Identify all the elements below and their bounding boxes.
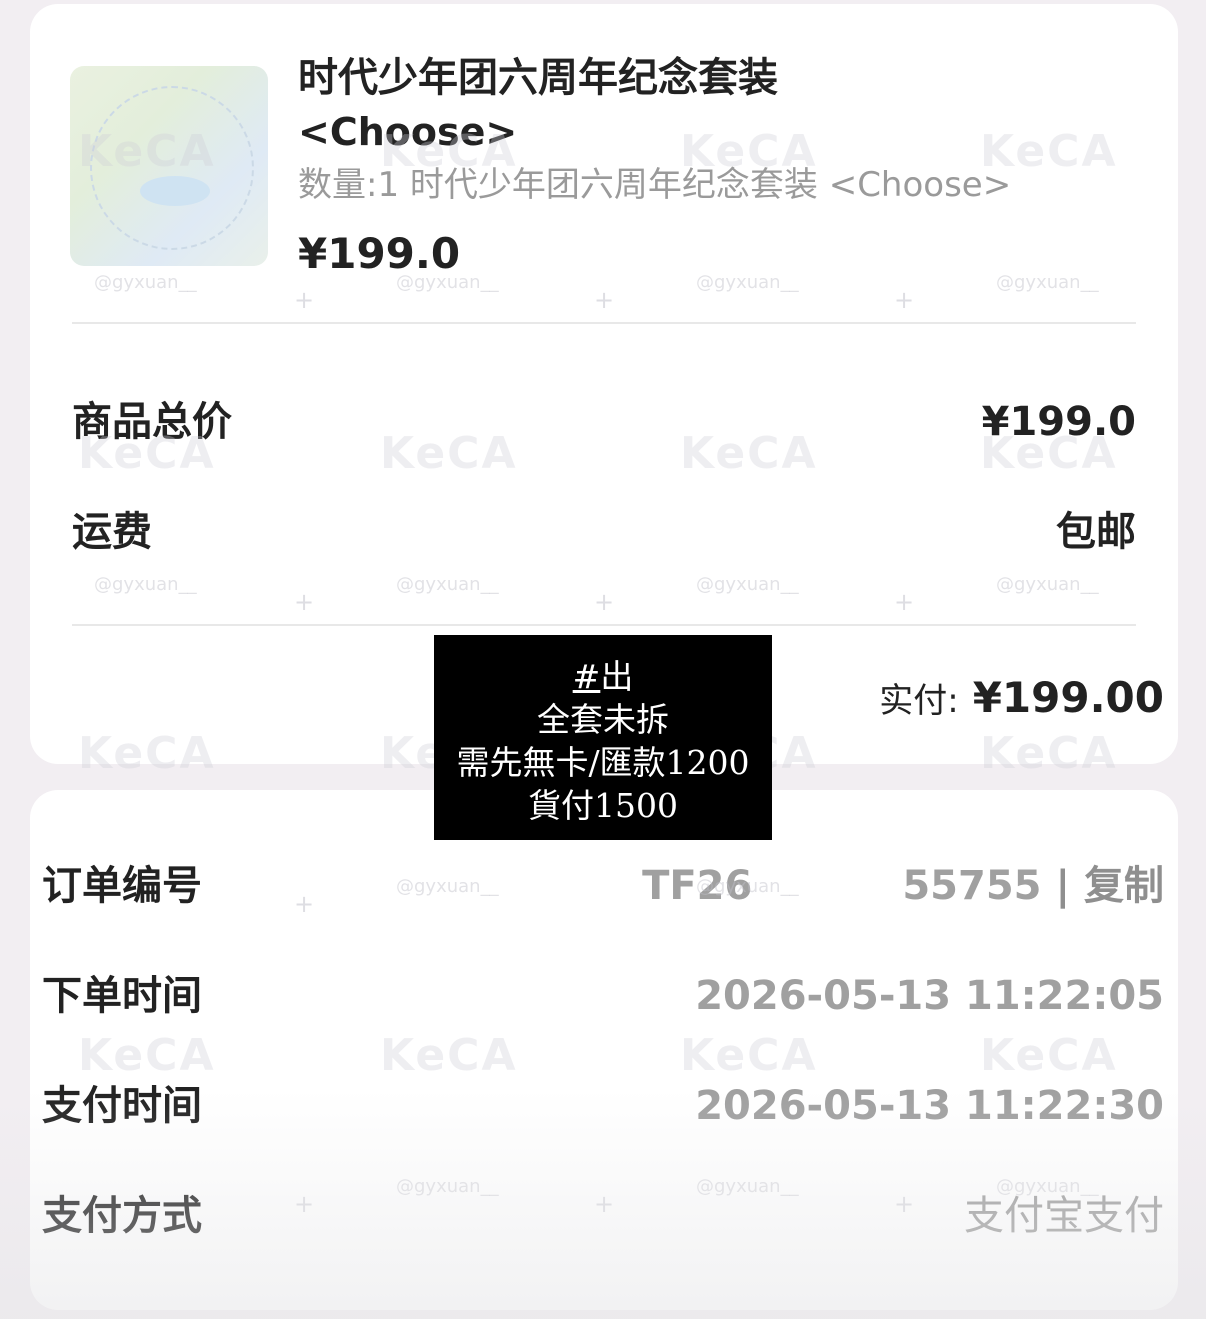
order-time-label: 下单时间 bbox=[42, 973, 202, 1019]
pay-time-label: 支付时间 bbox=[42, 1083, 202, 1129]
note-line-1-text: 出 bbox=[600, 657, 634, 696]
note-line-4: 貨付1500 bbox=[528, 786, 678, 825]
thumbnail-shape bbox=[140, 176, 210, 206]
amount-paid-label: 实付: bbox=[879, 681, 959, 721]
sale-note-overlay: #出 全套未拆 需先無卡/匯款1200 貨付1500 bbox=[434, 635, 772, 840]
amount-paid: 实付: ¥199.00 bbox=[879, 670, 1164, 735]
product-price: ¥199.0 bbox=[298, 229, 461, 278]
product-option: <Choose> bbox=[298, 110, 518, 154]
subtotal-label: 商品总价 bbox=[72, 399, 232, 445]
product-quantity-line: 数量:1 时代少年团六周年纪念套装 <Choose> bbox=[298, 165, 1012, 205]
copy-button[interactable]: | 复制 bbox=[1055, 863, 1164, 909]
pay-method-label: 支付方式 bbox=[42, 1193, 202, 1239]
product-thumbnail[interactable] bbox=[70, 66, 268, 266]
pay-method-value: 支付宝支付 bbox=[964, 1193, 1164, 1239]
shipping-label: 运费 bbox=[72, 509, 152, 555]
thumbnail-artwork bbox=[90, 86, 254, 250]
note-hash: # bbox=[572, 657, 601, 696]
shipping-value: 包邮 bbox=[1056, 509, 1136, 555]
order-time-value: 2026-05-13 11:22:05 bbox=[695, 973, 1164, 1019]
order-number: TF26 55755 | 复制 bbox=[642, 858, 1164, 914]
subtotal-value: ¥199.0 bbox=[981, 399, 1136, 445]
order-number-suffix: 55755 bbox=[902, 863, 1042, 909]
note-line-1: #出 bbox=[434, 655, 772, 698]
pay-time-value: 2026-05-13 11:22:30 bbox=[695, 1083, 1164, 1129]
order-number-label: 订单编号 bbox=[42, 863, 202, 909]
note-line-2: 全套未拆 bbox=[537, 700, 669, 739]
note-line-3: 需先無卡/匯款1200 bbox=[456, 743, 750, 782]
divider bbox=[72, 624, 1136, 626]
product-title[interactable]: 时代少年团六周年纪念套装 bbox=[298, 50, 1158, 106]
divider bbox=[72, 322, 1136, 324]
order-number-prefix: TF26 bbox=[642, 863, 753, 909]
amount-paid-value: ¥199.00 bbox=[972, 673, 1164, 722]
